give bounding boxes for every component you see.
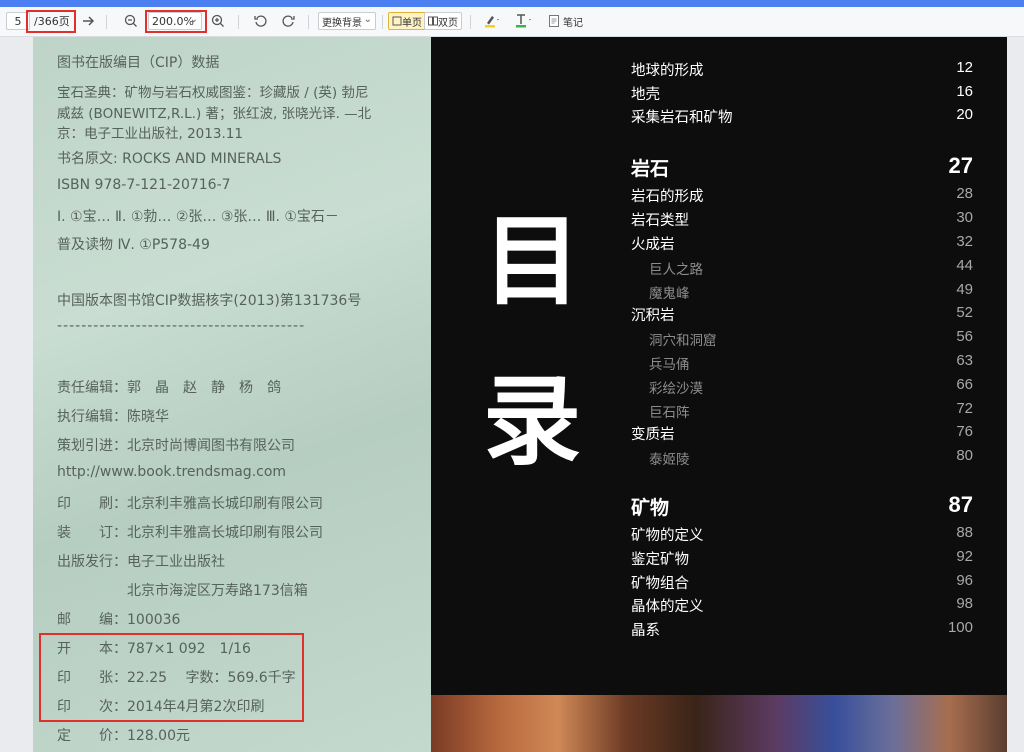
toc-entry-page: 30 (956, 209, 973, 226)
toc-section-page: 87 (948, 492, 973, 517)
toc-subentry-title[interactable]: 兵马俑 (649, 353, 690, 373)
toc-big-title-char: 录 (483, 365, 582, 479)
cip-line: 书名原文: ROCKS AND MINERALS (57, 151, 282, 167)
toc-entry-page: 32 (956, 233, 973, 250)
note-icon (549, 15, 559, 27)
toc-entry-title[interactable]: 变质岩 (631, 423, 675, 444)
cip-line: 普及读物 Ⅳ. ①P578-49 (57, 237, 210, 253)
top-accent-strip (0, 0, 1024, 7)
toc-entry-page: 44 (956, 257, 973, 274)
toc-entry-page: 88 (956, 524, 973, 541)
toolbar-divider (106, 15, 107, 29)
toc-entry-page: 12 (956, 59, 973, 76)
toc-entry-page: 98 (956, 595, 973, 612)
toc-entry-page: 80 (956, 447, 973, 464)
cip-line: 京：电子工业出版社, 2013.11 (57, 126, 243, 142)
toc-entry-page: 52 (956, 304, 973, 321)
highlight-box-zoom (145, 10, 207, 33)
toolbar-divider (308, 15, 309, 29)
zoom-in-icon[interactable] (208, 12, 228, 30)
toc-entry-page: 56 (956, 328, 973, 345)
toc-entry-title[interactable]: 鉴定矿物 (631, 548, 689, 569)
toc-entry-page: 100 (947, 619, 973, 636)
separator-dashes: ----------------------------------------… (57, 318, 306, 334)
toc-entry-page: 96 (956, 572, 973, 589)
reader-toolbar: 5 /366页 200.0% ⌄ 更换背景 ⌄ 单页 双页 笔记 (0, 7, 1024, 37)
toc-subentry-title[interactable]: 泰姬陵 (649, 448, 690, 468)
toc-big-title-char: 目 (483, 205, 582, 319)
toc-subentry-title[interactable]: 魔鬼峰 (649, 282, 690, 302)
single-page-icon (392, 16, 402, 26)
credit-line: 责任编辑：郭 晶 赵 静 杨 鸽 (57, 380, 281, 396)
toolbar-divider (382, 15, 383, 29)
rotate-right-icon[interactable] (278, 12, 298, 30)
toc-section-title[interactable]: 岩石 (631, 154, 669, 181)
double-page-button[interactable]: 双页 (424, 12, 462, 30)
toc-entry-title[interactable]: 岩石的形成 (631, 185, 704, 206)
toc-entry-page: 63 (956, 352, 973, 369)
notes-button[interactable]: 笔记 (548, 12, 583, 30)
toc-entry-page: 76 (956, 423, 973, 440)
credit-line: 策划引进：北京时尚博闻图书有限公司 (57, 438, 295, 454)
toc-entry-page: 28 (956, 185, 973, 202)
highlight-box-print-info (39, 633, 304, 722)
toc-entry-page: 20 (956, 106, 973, 123)
mineral-photo-strip (431, 695, 1007, 752)
toc-entry-title[interactable]: 地壳 (631, 83, 660, 104)
right-page-toc: 目 录 地球的形成 12 地壳 16 采集岩石和矿物 20 岩石 27 岩石的形… (431, 37, 1007, 752)
rotate-left-icon[interactable] (251, 12, 271, 30)
credit-line: 执行编辑：陈晓华 (57, 409, 169, 425)
change-background-dropdown[interactable]: 更换背景 ⌄ (318, 12, 376, 30)
cip-line: Ⅰ. ①宝… Ⅱ. ①勃… ②张… ③张… Ⅲ. ①宝石－ (57, 209, 339, 225)
toc-entry-title[interactable]: 矿物的定义 (631, 524, 704, 545)
single-page-label: 单页 (402, 17, 422, 29)
credit-line: 出版发行：电子工业出版社 (57, 554, 225, 570)
credit-line: 印 刷：北京利丰雅高长城印刷有限公司 (57, 496, 323, 512)
credit-line: http://www.book.trendsmag.com (57, 464, 287, 480)
document-viewer[interactable]: 图书在版编目（CIP）数据 宝石圣典：矿物与岩石权威图鉴：珍藏版 / (英) 勃… (0, 37, 1024, 752)
zoom-out-icon[interactable] (121, 12, 141, 30)
toc-entry-page: 49 (956, 281, 973, 298)
toc-entry-page: 66 (956, 376, 973, 393)
cip-line: 中国版本图书馆CIP数据核字(2013)第131736号 (57, 293, 362, 309)
cip-line: ISBN 978-7-121-20716-7 (57, 177, 231, 193)
highlighter-icon[interactable] (482, 12, 502, 30)
chevron-down-icon: ⌄ (363, 14, 372, 25)
toc-section-title[interactable]: 矿物 (631, 493, 669, 520)
change-background-label: 更换背景 (322, 17, 362, 29)
toc-entry-title[interactable]: 矿物组合 (631, 572, 689, 593)
toc-subentry-title[interactable]: 彩绘沙漠 (649, 377, 703, 397)
toc-entry-title[interactable]: 岩石类型 (631, 209, 689, 230)
toc-entry-title[interactable]: 沉积岩 (631, 304, 675, 325)
cip-line: 宝石圣典：矿物与岩石权威图鉴：珍藏版 / (英) 勃尼 (57, 85, 369, 101)
toc-entry-page: 72 (956, 400, 973, 417)
cip-line: 图书在版编目（CIP）数据 (57, 55, 220, 71)
credit-line: 北京市海淀区万寿路173信箱 (57, 583, 308, 599)
go-to-page-arrow-icon[interactable] (79, 12, 99, 30)
toc-entry-title[interactable]: 采集岩石和矿物 (631, 106, 733, 127)
toc-entry-page: 16 (956, 83, 973, 100)
toc-section-page: 27 (948, 153, 973, 178)
toc-entry-title[interactable]: 地球的形成 (631, 59, 704, 80)
toolbar-divider (470, 15, 471, 29)
toc-subentry-title[interactable]: 巨人之路 (649, 258, 703, 278)
credit-line: 邮 编：100036 (57, 612, 181, 628)
toc-entry-page: 92 (956, 548, 973, 565)
toc-entry-title[interactable]: 晶系 (631, 619, 660, 640)
toolbar-divider (238, 15, 239, 29)
cip-line: 威兹 (BONEWITZ,R.L.) 著；张红波, 张晓光译. —北 (57, 106, 372, 122)
toc-subentry-title[interactable]: 巨石阵 (649, 401, 690, 421)
double-page-label: 双页 (438, 17, 458, 29)
credit-line: 装 订：北京利丰雅高长城印刷有限公司 (57, 525, 323, 541)
toc-entry-title[interactable]: 晶体的定义 (631, 595, 704, 616)
credit-line: 定 价：128.00元 (57, 728, 190, 744)
double-page-icon (428, 16, 438, 26)
text-color-icon[interactable] (514, 12, 534, 30)
toc-entry-title[interactable]: 火成岩 (631, 233, 675, 254)
highlight-box-page-total (26, 10, 76, 33)
toc-subentry-title[interactable]: 洞穴和洞窟 (649, 329, 717, 349)
single-page-button[interactable]: 单页 (388, 12, 426, 30)
notes-label: 笔记 (563, 17, 583, 29)
